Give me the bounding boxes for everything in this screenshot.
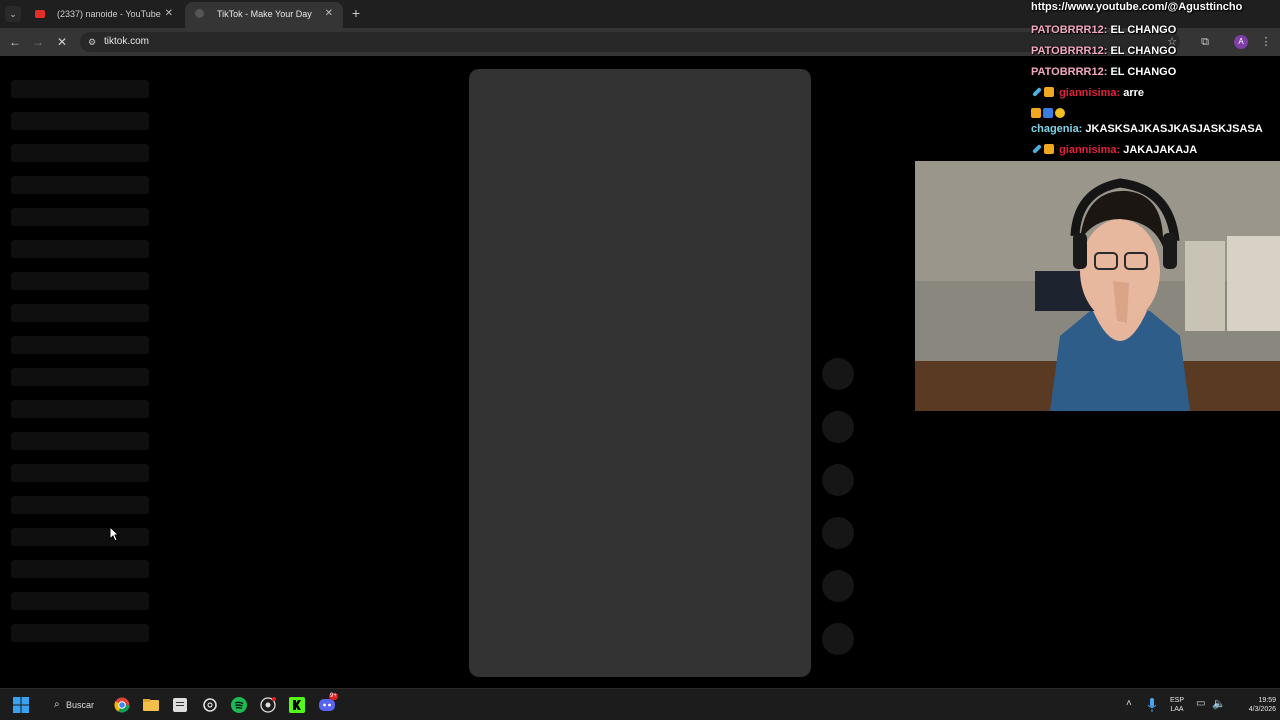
action-button-skeleton[interactable] <box>822 570 854 602</box>
close-tab-icon[interactable]: ✕ <box>325 2 333 26</box>
sidebar-skeleton-item <box>11 560 149 578</box>
sidebar-skeleton-item <box>11 144 149 162</box>
site-info-icon[interactable]: ⚙ <box>88 37 98 47</box>
chatgpt-icon[interactable] <box>202 697 218 713</box>
sidebar-skeleton-item <box>11 432 149 450</box>
sidebar-skeleton-item <box>11 624 149 642</box>
chat-username: giannisima: <box>1059 87 1121 99</box>
chat-badges <box>1031 108 1067 120</box>
notepad-icon[interactable] <box>172 697 188 713</box>
chat-username: PATOBRRR12: <box>1031 66 1108 78</box>
sword-badge-icon <box>1032 87 1042 97</box>
microphone-icon[interactable] <box>1146 697 1158 713</box>
chat-username: giannisima: <box>1059 144 1121 156</box>
channel-url: https://www.youtube.com/@Agusttincho <box>1031 1 1243 13</box>
network-icon[interactable]: ▭ <box>1196 698 1205 709</box>
crown-badge-icon <box>1044 144 1054 154</box>
sidebar-skeleton-item <box>11 240 149 258</box>
forward-arrow-icon[interactable]: → <box>30 34 46 50</box>
close-tab-icon[interactable]: ✕ <box>165 2 173 26</box>
spotify-icon[interactable] <box>231 697 247 713</box>
new-tab-button[interactable]: + <box>347 4 365 22</box>
windows-start-icon[interactable] <box>13 697 29 713</box>
sidebar-skeleton-item <box>11 400 149 418</box>
screen: ⌄ (2337) nanoide - YouTube ✕ TikTok - Ma… <box>0 0 1280 720</box>
tab-tiktok[interactable]: TikTok - Make Your Day ✕ <box>185 2 343 28</box>
youtube-icon <box>35 10 45 18</box>
chat-message: giannisima: arre <box>1031 87 1144 99</box>
keyboard-layout: LAA <box>1170 706 1184 713</box>
chat-message: PATOBRRR12: EL CHANGO <box>1031 24 1176 36</box>
chat-text: EL CHANGO <box>1110 24 1177 36</box>
search-label[interactable]: Buscar <box>66 700 94 710</box>
kick-icon[interactable] <box>289 697 305 713</box>
sidebar-skeleton-item <box>11 80 149 98</box>
chat-message: PATOBRRR12: EL CHANGO <box>1031 45 1176 57</box>
clock-time: 19:59 <box>1258 697 1276 704</box>
chat-message: giannisima: JAKAJAKAJA <box>1031 144 1197 156</box>
volume-icon[interactable]: 🔈 <box>1212 697 1226 710</box>
tab-youtube[interactable]: (2337) nanoide - YouTube ✕ <box>25 2 183 28</box>
subscriber-badge-icon <box>1043 108 1053 118</box>
chat-message: chagenia: JKASKSAJKASJKASJASKJSASA <box>1031 123 1263 135</box>
sidebar-skeleton-item <box>11 336 149 354</box>
sidebar-skeleton-item <box>11 592 149 610</box>
chat-text: EL CHANGO <box>1110 66 1177 78</box>
tab-label: TikTok - Make Your Day <box>217 9 312 19</box>
sidebar-skeleton-item <box>11 176 149 194</box>
address-bar[interactable] <box>80 32 1180 52</box>
tiktok-icon <box>195 9 204 18</box>
action-button-skeleton[interactable] <box>822 623 854 655</box>
clock[interactable]: 19:59 4/3/2026 <box>1228 696 1276 714</box>
file-explorer-icon[interactable] <box>143 697 159 713</box>
webcam-feed <box>915 161 1280 411</box>
chat-message: PATOBRRR12: EL CHANGO <box>1031 66 1176 78</box>
crown-badge-icon <box>1044 87 1054 97</box>
url-text[interactable]: tiktok.com <box>104 36 149 47</box>
sidebar-skeleton-item <box>11 368 149 386</box>
chat-username: PATOBRRR12: <box>1031 24 1108 36</box>
chat-text: JKASKSAJKASJKASJASKJSASA <box>1085 123 1263 135</box>
webcam-image <box>915 161 1280 411</box>
search-icon: ⌕ <box>54 699 60 710</box>
action-button-skeleton[interactable] <box>822 358 854 390</box>
language-indicator[interactable]: ESP LAA <box>1166 696 1188 714</box>
back-arrow-icon[interactable]: ← <box>7 34 23 50</box>
sidebar-skeleton-item <box>11 112 149 130</box>
chat-text: JAKAJAKAJA <box>1123 144 1198 156</box>
crown-badge-icon <box>1031 108 1041 118</box>
action-button-skeleton[interactable] <box>822 517 854 549</box>
sidebar-skeleton-item <box>11 304 149 322</box>
stream-chat-overlay: https://www.youtube.com/@Agusttincho PAT… <box>1031 0 1280 160</box>
tab-search-chevron-icon[interactable]: ⌄ <box>5 6 21 22</box>
chat-text: arre <box>1123 87 1145 99</box>
language-code: ESP <box>1169 697 1184 704</box>
clock-date: 4/3/2026 <box>1248 706 1276 713</box>
sidebar-skeleton-item <box>11 496 149 514</box>
chat-text: EL CHANGO <box>1110 45 1177 57</box>
tray-chevron-icon[interactable]: ˄ <box>1126 698 1132 709</box>
gift-badge-icon <box>1055 108 1065 118</box>
windows-taskbar: ⌕ Buscar 9+ ˄ ESP LAA ▭ 🔈 19:59 4/3/2026 <box>0 688 1280 720</box>
action-button-skeleton[interactable] <box>822 411 854 443</box>
discord-notification-badge: 9+ <box>329 693 338 700</box>
chat-username: chagenia: <box>1031 123 1083 135</box>
chat-username: PATOBRRR12: <box>1031 45 1108 57</box>
obs-icon[interactable] <box>260 697 276 713</box>
sidebar-skeleton-item <box>11 528 149 546</box>
chrome-icon[interactable] <box>114 697 130 713</box>
sidebar-skeleton-item <box>11 208 149 226</box>
sidebar-skeleton-item <box>11 464 149 482</box>
sidebar-skeleton-item <box>11 272 149 290</box>
video-placeholder[interactable] <box>469 69 811 677</box>
sword-badge-icon <box>1032 144 1042 154</box>
tab-label: (2337) nanoide - YouTube <box>57 9 161 19</box>
stop-loading-icon[interactable]: ✕ <box>54 34 70 50</box>
action-button-skeleton[interactable] <box>822 464 854 496</box>
